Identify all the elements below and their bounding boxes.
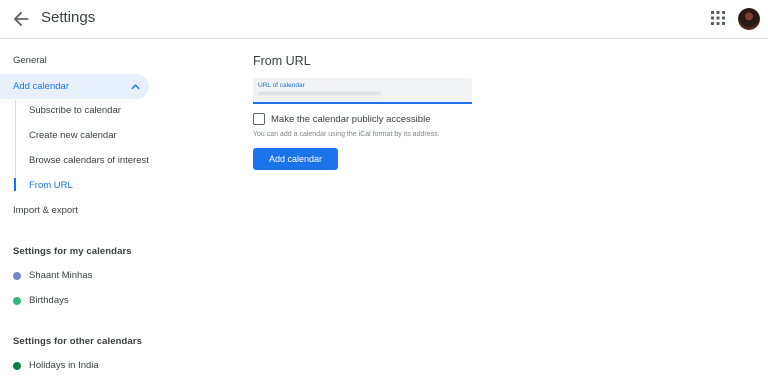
- active-indicator: [14, 178, 16, 191]
- url-field-label: URL of calendar: [258, 82, 305, 89]
- sidebar-item-create-new[interactable]: Create new calendar: [29, 124, 117, 148]
- sidebar-item-general[interactable]: General: [13, 49, 47, 73]
- help-text: You can add a calendar using the iCal fo…: [253, 131, 440, 138]
- top-bar: Settings: [0, 0, 768, 39]
- sidebar-item-subscribe[interactable]: Subscribe to calendar: [29, 99, 121, 123]
- other-calendars-heading: Settings for other calendars: [13, 336, 142, 347]
- calendar-name: Birthdays: [29, 295, 69, 306]
- sidebar-item-from-url[interactable]: From URL: [29, 174, 73, 198]
- settings-sidebar: General Add calendar Subscribe to calend…: [0, 40, 240, 382]
- back-arrow-icon[interactable]: [10, 8, 32, 30]
- public-access-label[interactable]: Make the calendar publicly accessible: [271, 114, 430, 125]
- sidebar-item-browse[interactable]: Browse calendars of interest: [29, 149, 149, 173]
- add-calendar-button[interactable]: Add calendar: [253, 148, 338, 170]
- calendar-color-dot: [13, 297, 21, 305]
- calendar-color-dot: [13, 362, 21, 370]
- calendar-name: Shaant Minhas: [29, 270, 93, 281]
- url-field-value-redacted: ••••••••••••••••••••••••••••••••••••••••…: [258, 91, 381, 98]
- sidebar-item-label: Add calendar: [13, 81, 69, 92]
- public-access-checkbox[interactable]: [253, 113, 265, 125]
- calendar-color-dot: [13, 272, 21, 280]
- account-avatar[interactable]: [738, 8, 760, 30]
- my-calendars-heading: Settings for my calendars: [13, 246, 132, 257]
- section-title: From URL: [253, 54, 311, 68]
- sidebar-item-add-calendar[interactable]: Add calendar: [0, 74, 149, 99]
- page-title: Settings: [41, 9, 96, 26]
- calendar-name: Holidays in India: [29, 360, 99, 371]
- calendar-url-input[interactable]: URL of calendar ••••••••••••••••••••••••…: [253, 78, 472, 104]
- sidebar-item-import-export[interactable]: Import & export: [13, 199, 78, 223]
- apps-grid-icon[interactable]: [711, 11, 725, 25]
- chevron-up-icon[interactable]: [131, 83, 140, 90]
